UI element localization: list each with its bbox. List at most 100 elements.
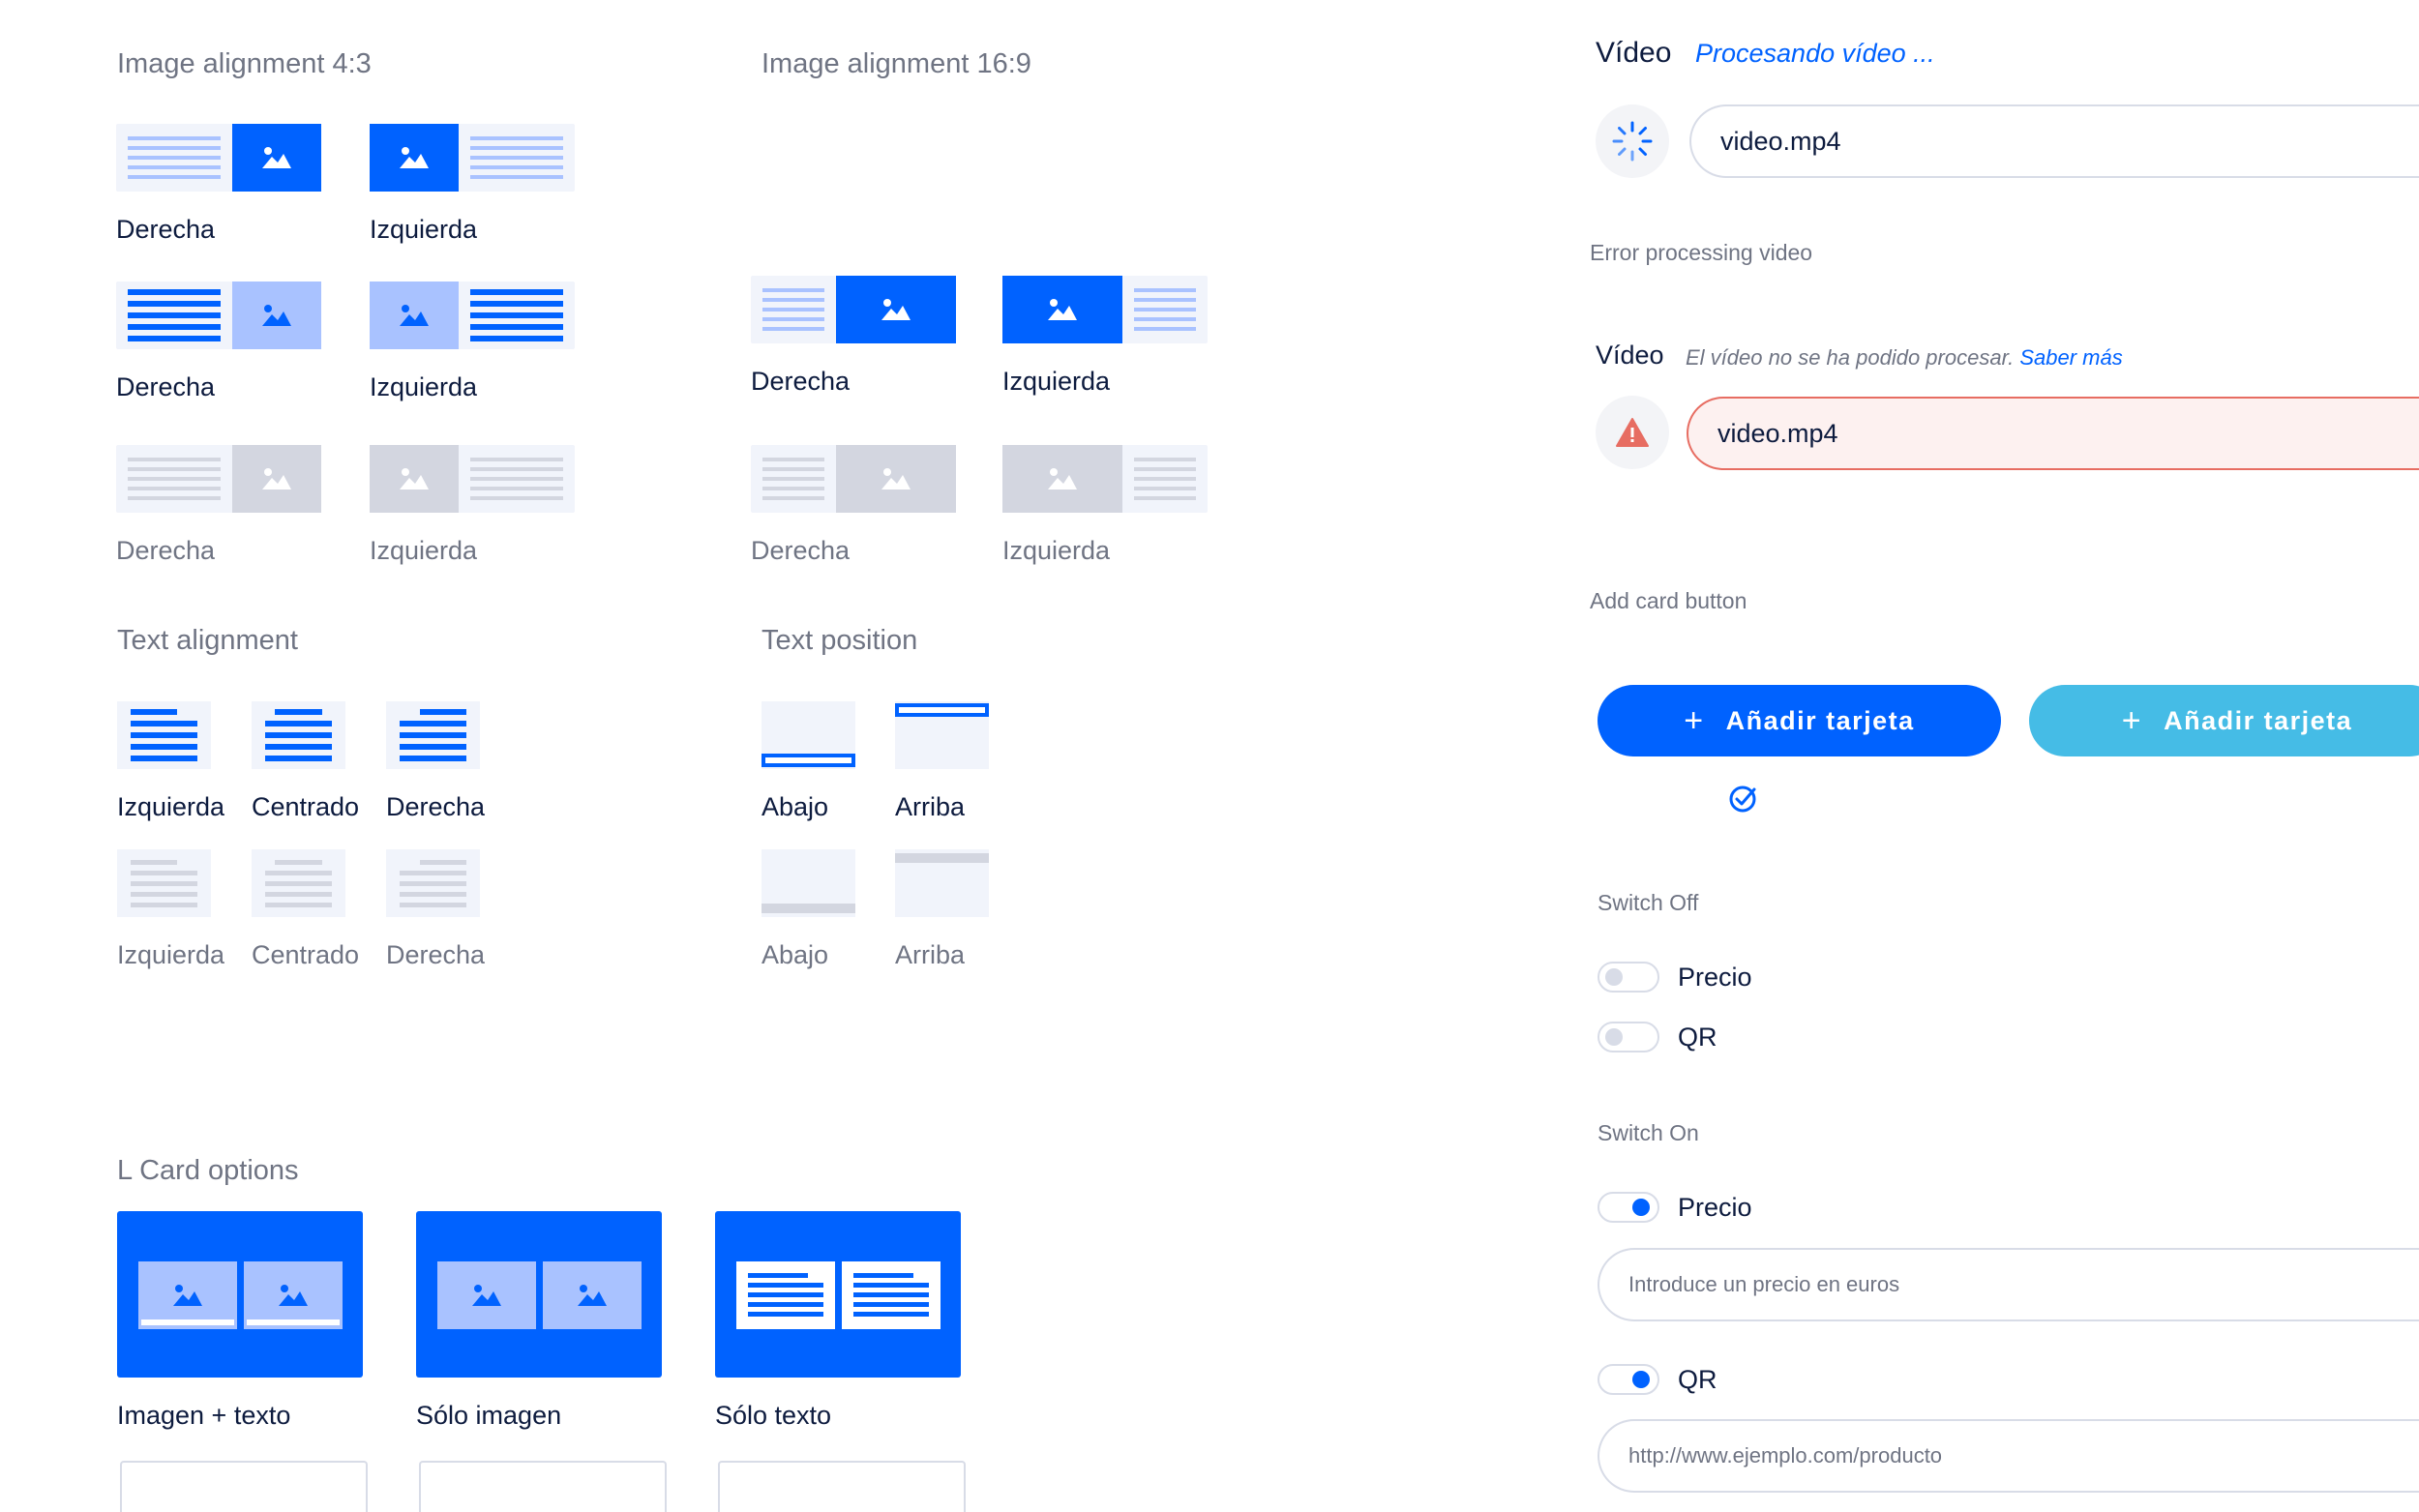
- image-icon: [232, 124, 321, 192]
- text-align-center-disabled: [252, 849, 345, 917]
- text-align-center[interactable]: [252, 701, 345, 769]
- image-icon: [232, 445, 321, 513]
- switch-qr-off[interactable]: [1598, 1022, 1659, 1052]
- section-title-switch-on: Switch On: [1598, 1120, 1699, 1145]
- text-tile: [842, 1261, 941, 1329]
- image-align-169-right-selected[interactable]: [751, 276, 956, 343]
- text-bar: [244, 1317, 343, 1328]
- text-align-right[interactable]: [386, 701, 480, 769]
- image-icon: [370, 445, 459, 513]
- image-align-43-right-hover[interactable]: [116, 282, 321, 349]
- label-izquierda: Izquierda: [370, 372, 478, 401]
- image-icon: [1002, 445, 1122, 513]
- switch-knob: [1632, 1199, 1650, 1216]
- price-input[interactable]: Introduce un precio en euros: [1598, 1248, 2419, 1321]
- text-align-left-disabled: [117, 849, 211, 917]
- image-icon: [543, 1261, 642, 1329]
- image-align-169-left-selected[interactable]: [1002, 276, 1208, 343]
- l-card-outline[interactable]: [718, 1461, 966, 1512]
- label-derecha-disabled: Derecha: [751, 536, 851, 565]
- label-izquierda: Izquierda: [370, 215, 478, 244]
- text-tile: [736, 1261, 835, 1329]
- switch-knob: [1632, 1371, 1650, 1388]
- video-processing-status: Procesando vídeo ...: [1695, 39, 1935, 68]
- l-card-image-only[interactable]: [416, 1211, 662, 1378]
- section-title-switch-off: Switch Off: [1598, 890, 1699, 915]
- label-abajo-disabled: Abajo: [762, 940, 829, 969]
- image-icon: [437, 1261, 536, 1329]
- label-solo-imagen: Sólo imagen: [416, 1401, 562, 1430]
- label-izquierda-disabled: Izquierda: [1002, 536, 1111, 565]
- label-derecha: Derecha: [386, 792, 486, 821]
- label-arriba: Arriba: [895, 792, 966, 821]
- label-derecha: Derecha: [751, 367, 851, 396]
- text-position-bottom[interactable]: [762, 701, 855, 769]
- l-card-image-text[interactable]: [117, 1211, 363, 1378]
- switch-precio-off[interactable]: [1598, 962, 1659, 993]
- video-label: Vídeo: [1596, 341, 1664, 370]
- learn-more-link[interactable]: Saber más: [2019, 345, 2122, 370]
- text-position-bottom-disabled: [762, 849, 855, 917]
- image-align-43-left-disabled: [370, 445, 575, 513]
- switch-label-precio: Precio: [1678, 1193, 1752, 1222]
- label-centrado-disabled: Centrado: [252, 940, 360, 969]
- switch-label-precio: Precio: [1678, 963, 1752, 992]
- add-card-button-secondary[interactable]: + Añadir tarjeta: [2029, 685, 2419, 756]
- text-align-right-disabled: [386, 849, 480, 917]
- label-izquierda: Izquierda: [117, 792, 225, 821]
- label-arriba-disabled: Arriba: [895, 940, 966, 969]
- label-centrado: Centrado: [252, 792, 360, 821]
- image-align-43-right-selected[interactable]: [116, 124, 321, 192]
- l-card-outline[interactable]: [120, 1461, 368, 1512]
- section-title-image-alignment-169: Image alignment 16:9: [762, 48, 1031, 79]
- plus-icon: +: [1684, 701, 1705, 739]
- add-card-button[interactable]: + Añadir tarjeta: [1598, 685, 2001, 756]
- label-izquierda: Izquierda: [1002, 367, 1111, 396]
- image-icon: [836, 276, 956, 343]
- video-error-message: El vídeo no se ha podido procesar. Saber…: [1686, 345, 2123, 371]
- switch-knob: [1605, 968, 1623, 986]
- label-abajo: Abajo: [762, 792, 829, 821]
- add-card-button-secondary-label: Añadir tarjeta: [2164, 705, 2353, 735]
- label-izquierda-disabled: Izquierda: [117, 940, 225, 969]
- add-card-button-label: Añadir tarjeta: [1725, 705, 1915, 735]
- image-icon: [232, 282, 321, 349]
- label-imagen-texto: Imagen + texto: [117, 1401, 291, 1430]
- switch-knob: [1605, 1028, 1623, 1046]
- label-derecha: Derecha: [116, 215, 216, 244]
- l-card-text-only[interactable]: [715, 1211, 961, 1378]
- section-title-add-card-button: Add card button: [1590, 588, 1747, 613]
- switch-precio-on[interactable]: [1598, 1192, 1659, 1223]
- section-title-text-position: Text position: [762, 625, 918, 656]
- image-icon: [1002, 276, 1122, 343]
- video-label: Vídeo: [1596, 37, 1672, 69]
- text-align-left[interactable]: [117, 701, 211, 769]
- image-icon: [370, 282, 459, 349]
- spinner-icon: [1596, 104, 1669, 178]
- label-solo-texto: Sólo texto: [715, 1401, 832, 1430]
- label-derecha: Derecha: [116, 372, 216, 401]
- switch-label-qr: QR: [1678, 1365, 1717, 1394]
- text-position-top[interactable]: [895, 701, 989, 769]
- label-izquierda-disabled: Izquierda: [370, 536, 478, 565]
- video-file-input-error[interactable]: video.mp4: [1687, 397, 2419, 470]
- l-card-outline[interactable]: [419, 1461, 667, 1512]
- image-icon: [836, 445, 956, 513]
- image-align-43-right-disabled: [116, 445, 321, 513]
- warning-icon: [1596, 396, 1669, 469]
- section-title-text-alignment: Text alignment: [117, 625, 298, 656]
- switch-qr-on[interactable]: [1598, 1364, 1659, 1395]
- image-icon: [370, 124, 459, 192]
- text-position-top-disabled: [895, 849, 989, 917]
- text-bar: [138, 1317, 237, 1328]
- label-derecha-disabled: Derecha: [116, 536, 216, 565]
- qr-url-input[interactable]: http://www.ejemplo.com/producto: [1598, 1419, 2419, 1493]
- image-align-43-left-selected[interactable]: [370, 124, 575, 192]
- image-align-169-right-disabled: [751, 445, 956, 513]
- error-text: El vídeo no se ha podido procesar.: [1686, 345, 2015, 370]
- check-circle-icon: [1728, 784, 1759, 819]
- video-file-input[interactable]: video.mp4: [1689, 104, 2419, 178]
- image-align-43-left-hover[interactable]: [370, 282, 575, 349]
- section-title-l-card-options: L Card options: [117, 1155, 299, 1186]
- image-align-169-left-disabled: [1002, 445, 1208, 513]
